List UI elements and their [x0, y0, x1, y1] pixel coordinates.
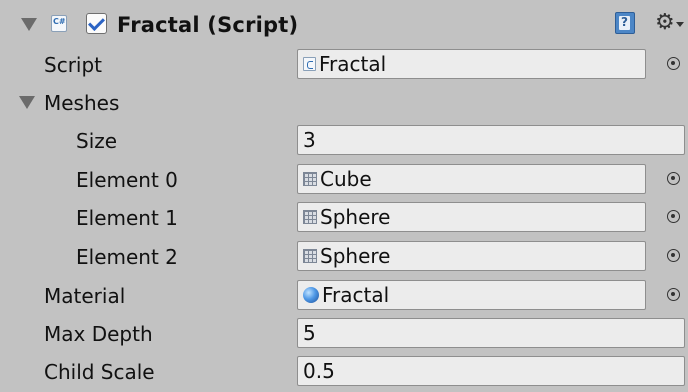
element-0-object-picker-icon[interactable] [667, 172, 680, 185]
element-0-field[interactable]: Cube [297, 164, 646, 194]
mesh-element-row: Element 1 Sphere [0, 199, 688, 237]
script-icon [51, 15, 67, 32]
element-2-value: Sphere [320, 244, 391, 268]
help-icon[interactable] [615, 12, 635, 34]
mesh-element-row: Element 0 Cube [0, 161, 688, 199]
script-field[interactable]: Fractal [297, 49, 646, 79]
element-0-label: Element 0 [76, 168, 178, 192]
child-scale-label: Child Scale [44, 360, 155, 384]
element-2-object-picker-icon[interactable] [667, 249, 680, 262]
element-2-label: Element 2 [76, 245, 178, 269]
mesh-icon [303, 248, 317, 263]
meshes-size-row: Size 3 [0, 122, 688, 160]
meshes-label: Meshes [44, 91, 120, 115]
max-depth-row: Max Depth 5 [0, 315, 688, 353]
child-scale-value: 0.5 [303, 359, 335, 383]
mesh-icon [303, 171, 317, 186]
foldout-arrow-icon[interactable] [21, 18, 37, 31]
element-1-object-picker-icon[interactable] [667, 210, 680, 223]
script-icon [303, 56, 316, 71]
material-icon [303, 286, 319, 303]
material-object-picker-icon[interactable] [667, 288, 680, 301]
material-label: Material [44, 284, 126, 308]
max-depth-label: Max Depth [44, 322, 153, 346]
meshes-row[interactable]: Meshes [0, 84, 688, 122]
script-row: Script Fractal [0, 46, 688, 84]
component-header: Fractal (Script) ⚙ [0, 4, 688, 50]
element-1-label: Element 1 [76, 206, 178, 230]
material-value: Fractal [322, 283, 390, 307]
size-label: Size [76, 129, 118, 153]
mesh-element-row: Element 2 Sphere [0, 238, 688, 276]
gear-icon[interactable]: ⚙ [655, 12, 675, 34]
element-1-value: Sphere [320, 205, 391, 229]
child-scale-row: Child Scale 0.5 [0, 353, 688, 391]
material-field[interactable]: Fractal [297, 280, 646, 310]
component-title: Fractal (Script) [117, 13, 299, 37]
script-label: Script [44, 53, 103, 77]
element-1-field[interactable]: Sphere [297, 202, 646, 232]
element-2-field[interactable]: Sphere [297, 241, 646, 271]
mesh-icon [303, 209, 317, 224]
material-row: Material Fractal [0, 277, 688, 315]
size-value: 3 [303, 128, 316, 152]
element-0-value: Cube [320, 167, 372, 191]
size-input[interactable]: 3 [297, 125, 685, 155]
component-enabled-checkbox[interactable] [86, 13, 107, 34]
script-object-picker-icon[interactable] [667, 57, 680, 70]
script-value: Fractal [319, 52, 387, 76]
meshes-foldout-arrow-icon[interactable] [19, 96, 35, 109]
max-depth-input[interactable]: 5 [297, 318, 685, 348]
max-depth-value: 5 [303, 321, 316, 345]
child-scale-input[interactable]: 0.5 [297, 356, 685, 386]
gear-dropdown-caret-icon [676, 22, 684, 27]
